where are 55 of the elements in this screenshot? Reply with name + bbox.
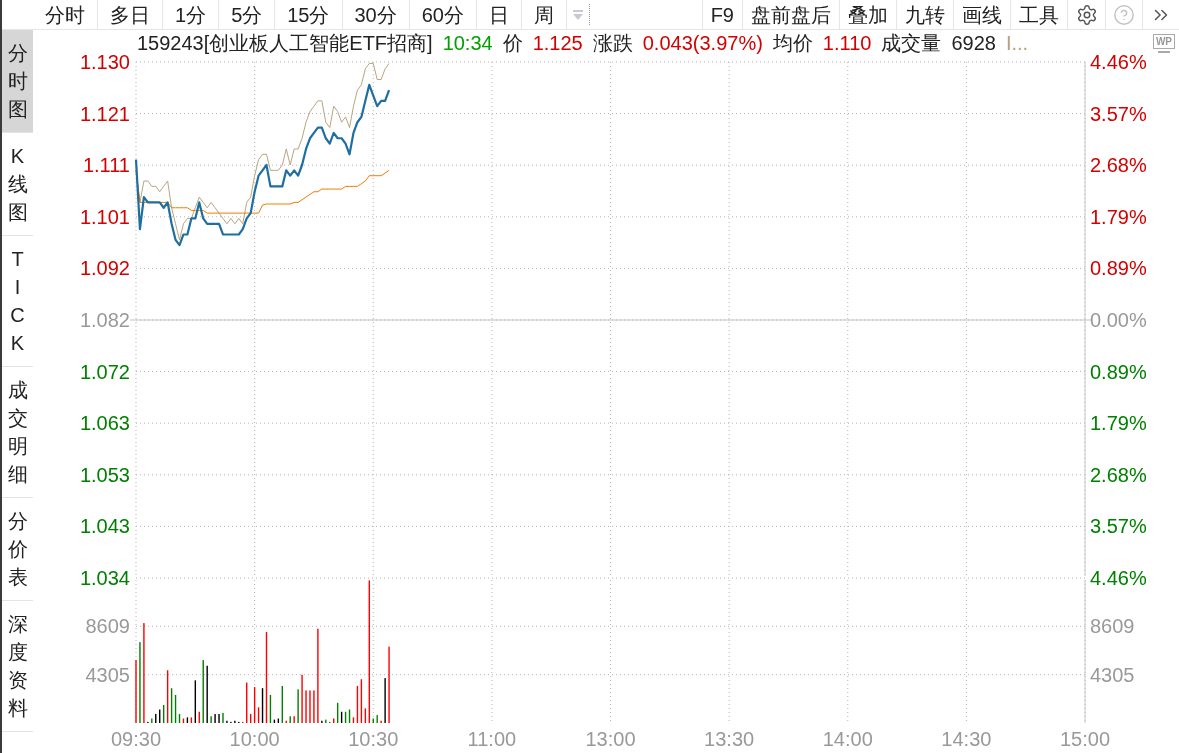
price-axis-label: 1.121 [79,102,130,125]
price-axis-label: 1.130 [79,51,130,73]
volume-axis-label: 4305 [1090,663,1135,686]
time-axis-label: 09:30 [110,728,162,750]
quote-text: 涨跌 [592,33,633,53]
volume-axis-label: 8609 [85,615,130,638]
price-axis-label: 1.043 [79,515,130,538]
quote-text: 均价 [772,33,813,53]
price-axis-label: 1.111 [82,154,130,177]
time-axis-label: 11:00 [467,728,517,750]
percent-axis-label: 0.89% [1090,257,1147,280]
percent-axis-label: 0.00% [1090,309,1147,331]
quote-text: 成交量 [881,33,942,53]
price-axis-label: 1.101 [79,205,130,228]
tool-button[interactable]: 盘前盘后 [742,0,839,29]
time-axis-label: 14:00 [822,728,873,750]
price-axis-label: 1.092 [79,257,130,280]
time-axis-label: 15:00 [1059,728,1111,750]
time-axis-label: 14:30 [941,728,992,750]
volume-axis-label: 8609 [1090,615,1135,638]
percent-axis-label: 2.68% [1090,463,1147,486]
percent-axis-label: 0.89% [1090,360,1147,383]
percent-axis-label: 4.46% [1090,567,1147,589]
percent-axis-label: 2.68% [1090,154,1147,177]
quote-text: 6928 [951,33,996,53]
quote-text: 价 [502,33,523,53]
sidebar-tab[interactable]: 分时图 [2,30,33,133]
help-icon [1113,3,1135,26]
settings-icon [1075,3,1098,26]
percent-axis-label: 3.57% [1090,102,1147,125]
tool-button[interactable]: 工具 [1010,0,1067,29]
tool-button[interactable]: 叠加 [839,0,896,29]
tool-button[interactable]: 九转 [896,0,953,29]
price-axis-label: 1.063 [79,412,130,435]
price-axis-label: 1.082 [79,309,130,331]
percent-axis-label: 1.79% [1090,412,1147,435]
quote-text: I... [1005,33,1029,53]
price-axis-label: 1.053 [79,463,130,486]
tool-button[interactable]: F9 [701,0,742,29]
time-axis-label: 13:30 [704,728,755,750]
quote-text: 0.043(3.97%) [642,33,763,53]
quote-text: 1.125 [532,33,583,53]
price-axis-label: 1.072 [79,360,130,383]
percent-axis-label: 4.46% [1090,51,1147,73]
percent-axis-label: 1.79% [1090,205,1147,228]
tool-button[interactable]: 画线 [953,0,1010,29]
quote-text: 10:34 [442,33,493,53]
time-axis-label: 10:30 [348,728,399,750]
percent-axis-label: 3.57% [1090,515,1147,538]
quote-text: 1.110 [822,33,872,53]
time-axis-label: 13:00 [585,728,636,750]
time-axis-label: 10:00 [229,728,280,750]
quote-text: 159243[创业板人工智能ETF招商] [137,33,433,53]
price-axis-label: 1.034 [79,567,130,589]
volume-axis-label: 4305 [85,663,130,686]
